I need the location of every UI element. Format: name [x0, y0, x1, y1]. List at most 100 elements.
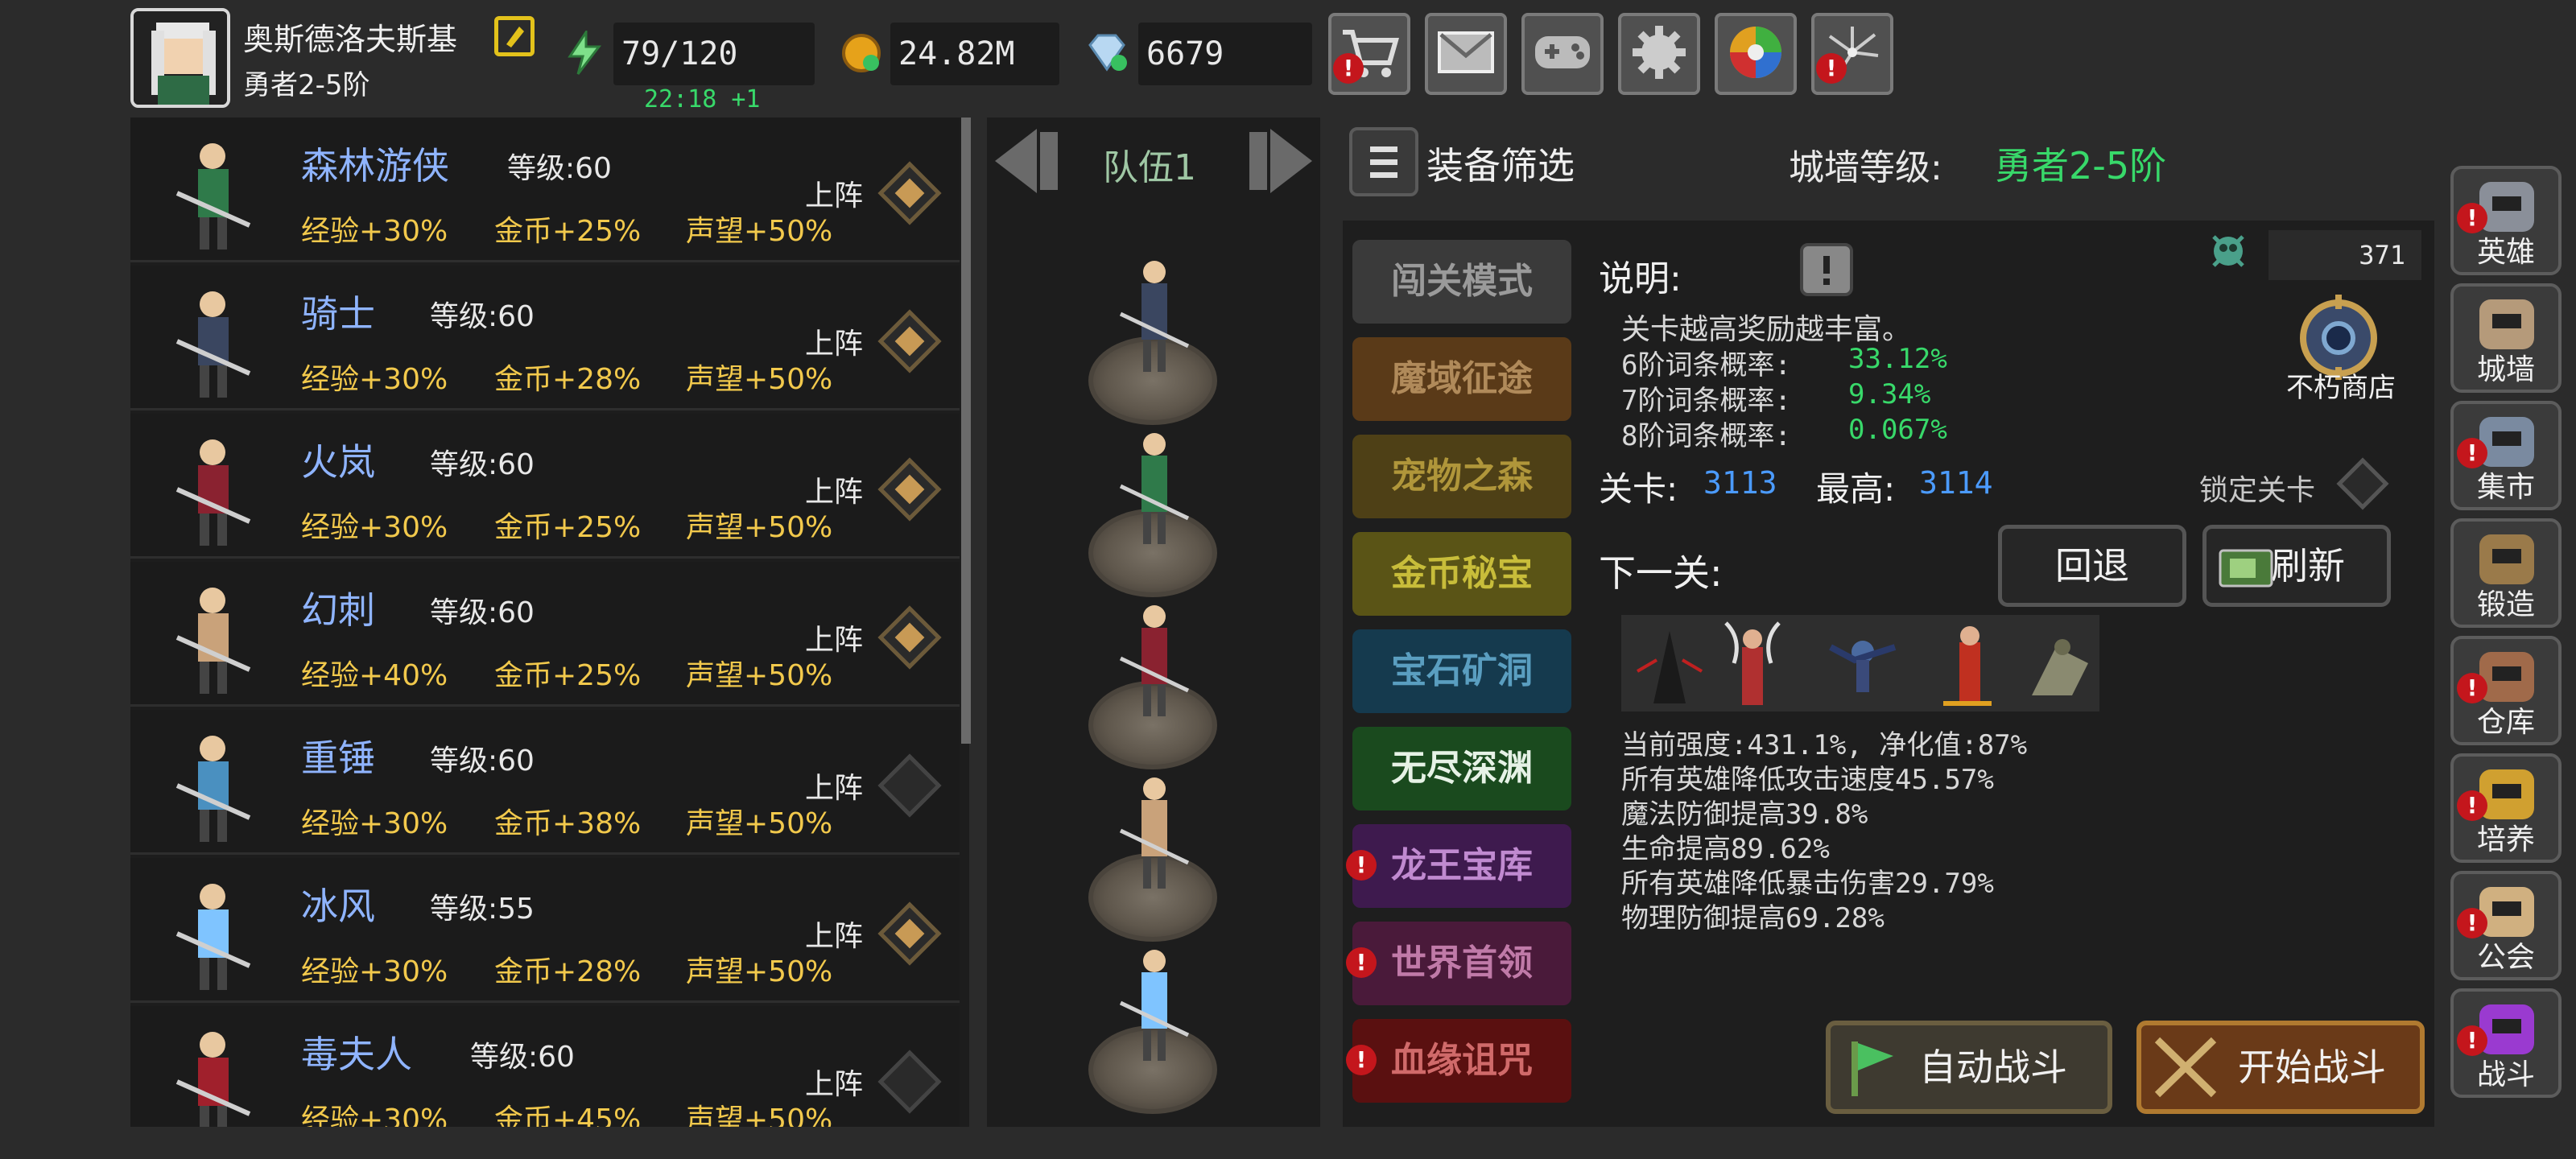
team-label: 队伍1	[1103, 147, 1196, 188]
deploy-label: 上阵	[805, 624, 864, 657]
alert-badge-icon: !	[1816, 53, 1847, 84]
gear-button[interactable]	[1618, 13, 1700, 95]
info-description: 关卡越高奖励越丰富。	[1621, 312, 1912, 345]
flag-icon	[1843, 1037, 1900, 1098]
start-battle-label: 开始战斗	[2238, 1046, 2386, 1089]
deploy-toggle[interactable]	[877, 1050, 942, 1114]
hero-exp-bonus: 经验+40%	[301, 659, 448, 692]
nav-castle[interactable]: 城墙	[2450, 283, 2562, 393]
next-team-button[interactable]	[1240, 124, 1320, 198]
alert-badge-icon: !	[2457, 203, 2487, 233]
refresh-icon	[2219, 546, 2273, 588]
hero-portrait	[153, 129, 274, 258]
stage-label: 关卡:	[1599, 469, 1678, 509]
rate-value: 33.12%	[1848, 343, 1947, 375]
hero-row[interactable]: 冰风 等级:55 经验+30% 金币+28% 声望+50% 上阵	[130, 858, 960, 1003]
player-avatar[interactable]	[130, 8, 230, 108]
hero-row[interactable]: 火岚 等级:60 经验+30% 金币+25% 声望+50% 上阵	[130, 414, 960, 559]
hero-gold-bonus: 金币+25%	[494, 511, 642, 544]
fireworks-button[interactable]	[1811, 13, 1893, 95]
hero-level: 等级:60	[470, 1041, 575, 1074]
info-title: 说明:	[1599, 258, 1682, 299]
hero-name: 森林游侠	[301, 144, 449, 188]
stamina-display: 79/120	[613, 23, 815, 85]
team-slot[interactable]	[1088, 414, 1220, 607]
deploy-toggle[interactable]	[877, 457, 942, 522]
team-hero-sprite	[1119, 433, 1190, 544]
hero-row[interactable]: 毒夫人 等级:60 经验+30% 金币+45% 声望+50% 上阵	[130, 1006, 960, 1127]
deploy-label: 上阵	[805, 772, 864, 805]
deploy-label: 上阵	[805, 476, 864, 509]
mode-button[interactable]: 血缘诅咒	[1352, 1019, 1571, 1103]
mode-label: 宠物之森	[1391, 456, 1533, 497]
team-slot[interactable]	[1088, 586, 1220, 779]
edit-name-icon[interactable]	[494, 16, 535, 56]
hero-gold-bonus: 金币+25%	[494, 659, 642, 692]
nav-anvil[interactable]: 锻造	[2450, 518, 2562, 628]
deploy-toggle[interactable]	[877, 901, 942, 966]
alert-badge-icon: !	[2457, 673, 2487, 703]
mode-button[interactable]: 宝石矿洞	[1352, 629, 1571, 713]
hero-row[interactable]: 森林游侠 等级:60 经验+30% 金币+25% 声望+50% 上阵	[130, 118, 960, 262]
filter-button[interactable]	[1349, 127, 1418, 196]
team-slot[interactable]	[1088, 758, 1220, 951]
deploy-toggle[interactable]	[877, 605, 942, 670]
nav-label: 集市	[2476, 471, 2535, 504]
filter-label[interactable]: 装备筛选	[1426, 137, 1575, 190]
hero-exp-bonus: 经验+30%	[301, 363, 448, 396]
hero-row[interactable]: 骑士 等级:60 经验+30% 金币+28% 声望+50% 上阵	[130, 266, 960, 410]
mode-button[interactable]: 宠物之森	[1352, 435, 1571, 518]
stage-effect: 魔法防御提高39.8%	[1621, 798, 1868, 831]
gold-display: 24.82M	[890, 23, 1059, 85]
deploy-toggle[interactable]	[877, 753, 942, 818]
refresh-label: 刷新	[2271, 544, 2345, 588]
hero-row[interactable]: 幻刺 等级:60 经验+40% 金币+25% 声望+50% 上阵	[130, 562, 960, 707]
deploy-toggle[interactable]	[877, 161, 942, 225]
gear-icon	[1629, 23, 1689, 85]
team-slot[interactable]	[1088, 241, 1220, 435]
hero-exp-bonus: 经验+30%	[301, 215, 448, 248]
nav-label: 英雄	[2476, 236, 2535, 269]
mode-label: 龙王宝库	[1391, 845, 1533, 886]
mode-button[interactable]: 魔域征途	[1352, 337, 1571, 421]
hero-gold-bonus: 金币+45%	[494, 1103, 642, 1127]
mode-button[interactable]: 金币秘宝	[1352, 532, 1571, 616]
prev-team-button[interactable]	[987, 124, 1067, 198]
rate-value: 0.067%	[1848, 414, 1947, 446]
team-slot[interactable]	[1088, 930, 1220, 1124]
palette-button[interactable]	[1715, 13, 1797, 95]
cart-button[interactable]	[1328, 13, 1410, 95]
deploy-label: 上阵	[805, 1068, 864, 1101]
mode-button[interactable]: 世界首领	[1352, 922, 1571, 1005]
auto-battle-label: 自动战斗	[1919, 1046, 2067, 1089]
immortal-shop-label[interactable]: 不朽商店	[2285, 365, 2397, 405]
mode-button[interactable]: 无尽深渊	[1352, 727, 1571, 810]
deploy-label: 上阵	[805, 920, 864, 953]
hero-level: 等级:60	[507, 152, 612, 185]
player-name: 奥斯德洛夫斯基	[243, 22, 458, 57]
hero-exp-bonus: 经验+30%	[301, 1103, 448, 1127]
hero-row[interactable]: 重锤 等级:60 经验+30% 金币+38% 声望+50% 上阵	[130, 710, 960, 855]
nav-label: 公会	[2476, 941, 2535, 974]
hero-list-scrollbar[interactable]	[961, 118, 971, 744]
mode-button[interactable]: 闯关模式	[1352, 240, 1571, 324]
alert-badge-icon: !	[2457, 438, 2487, 468]
mode-button[interactable]: 龙王宝库	[1352, 824, 1571, 908]
alert-badge-icon: !	[1346, 947, 1377, 978]
back-button[interactable]: 回退	[1998, 525, 2186, 607]
hero-list[interactable]: 森林游侠 等级:60 经验+30% 金币+25% 声望+50% 上阵 骑士 等级…	[130, 118, 969, 1127]
gamepad-button[interactable]	[1521, 13, 1604, 95]
hero-level: 等级:55	[430, 893, 535, 926]
deploy-toggle[interactable]	[877, 309, 942, 373]
nav-label: 培养	[2476, 823, 2535, 856]
mail-button[interactable]	[1425, 13, 1507, 95]
info-icon[interactable]	[1800, 243, 1853, 296]
rate-label: 7阶词条概率:	[1621, 385, 1791, 417]
hero-name: 火岚	[301, 440, 375, 484]
gem-icon	[1084, 32, 1130, 76]
mode-label: 闯关模式	[1391, 261, 1533, 302]
stage-effect: 物理防御提高69.28%	[1621, 902, 1885, 934]
hero-exp-bonus: 经验+30%	[301, 955, 448, 988]
points-value: 371	[2268, 230, 2421, 280]
nav-label: 战斗	[2476, 1058, 2535, 1091]
